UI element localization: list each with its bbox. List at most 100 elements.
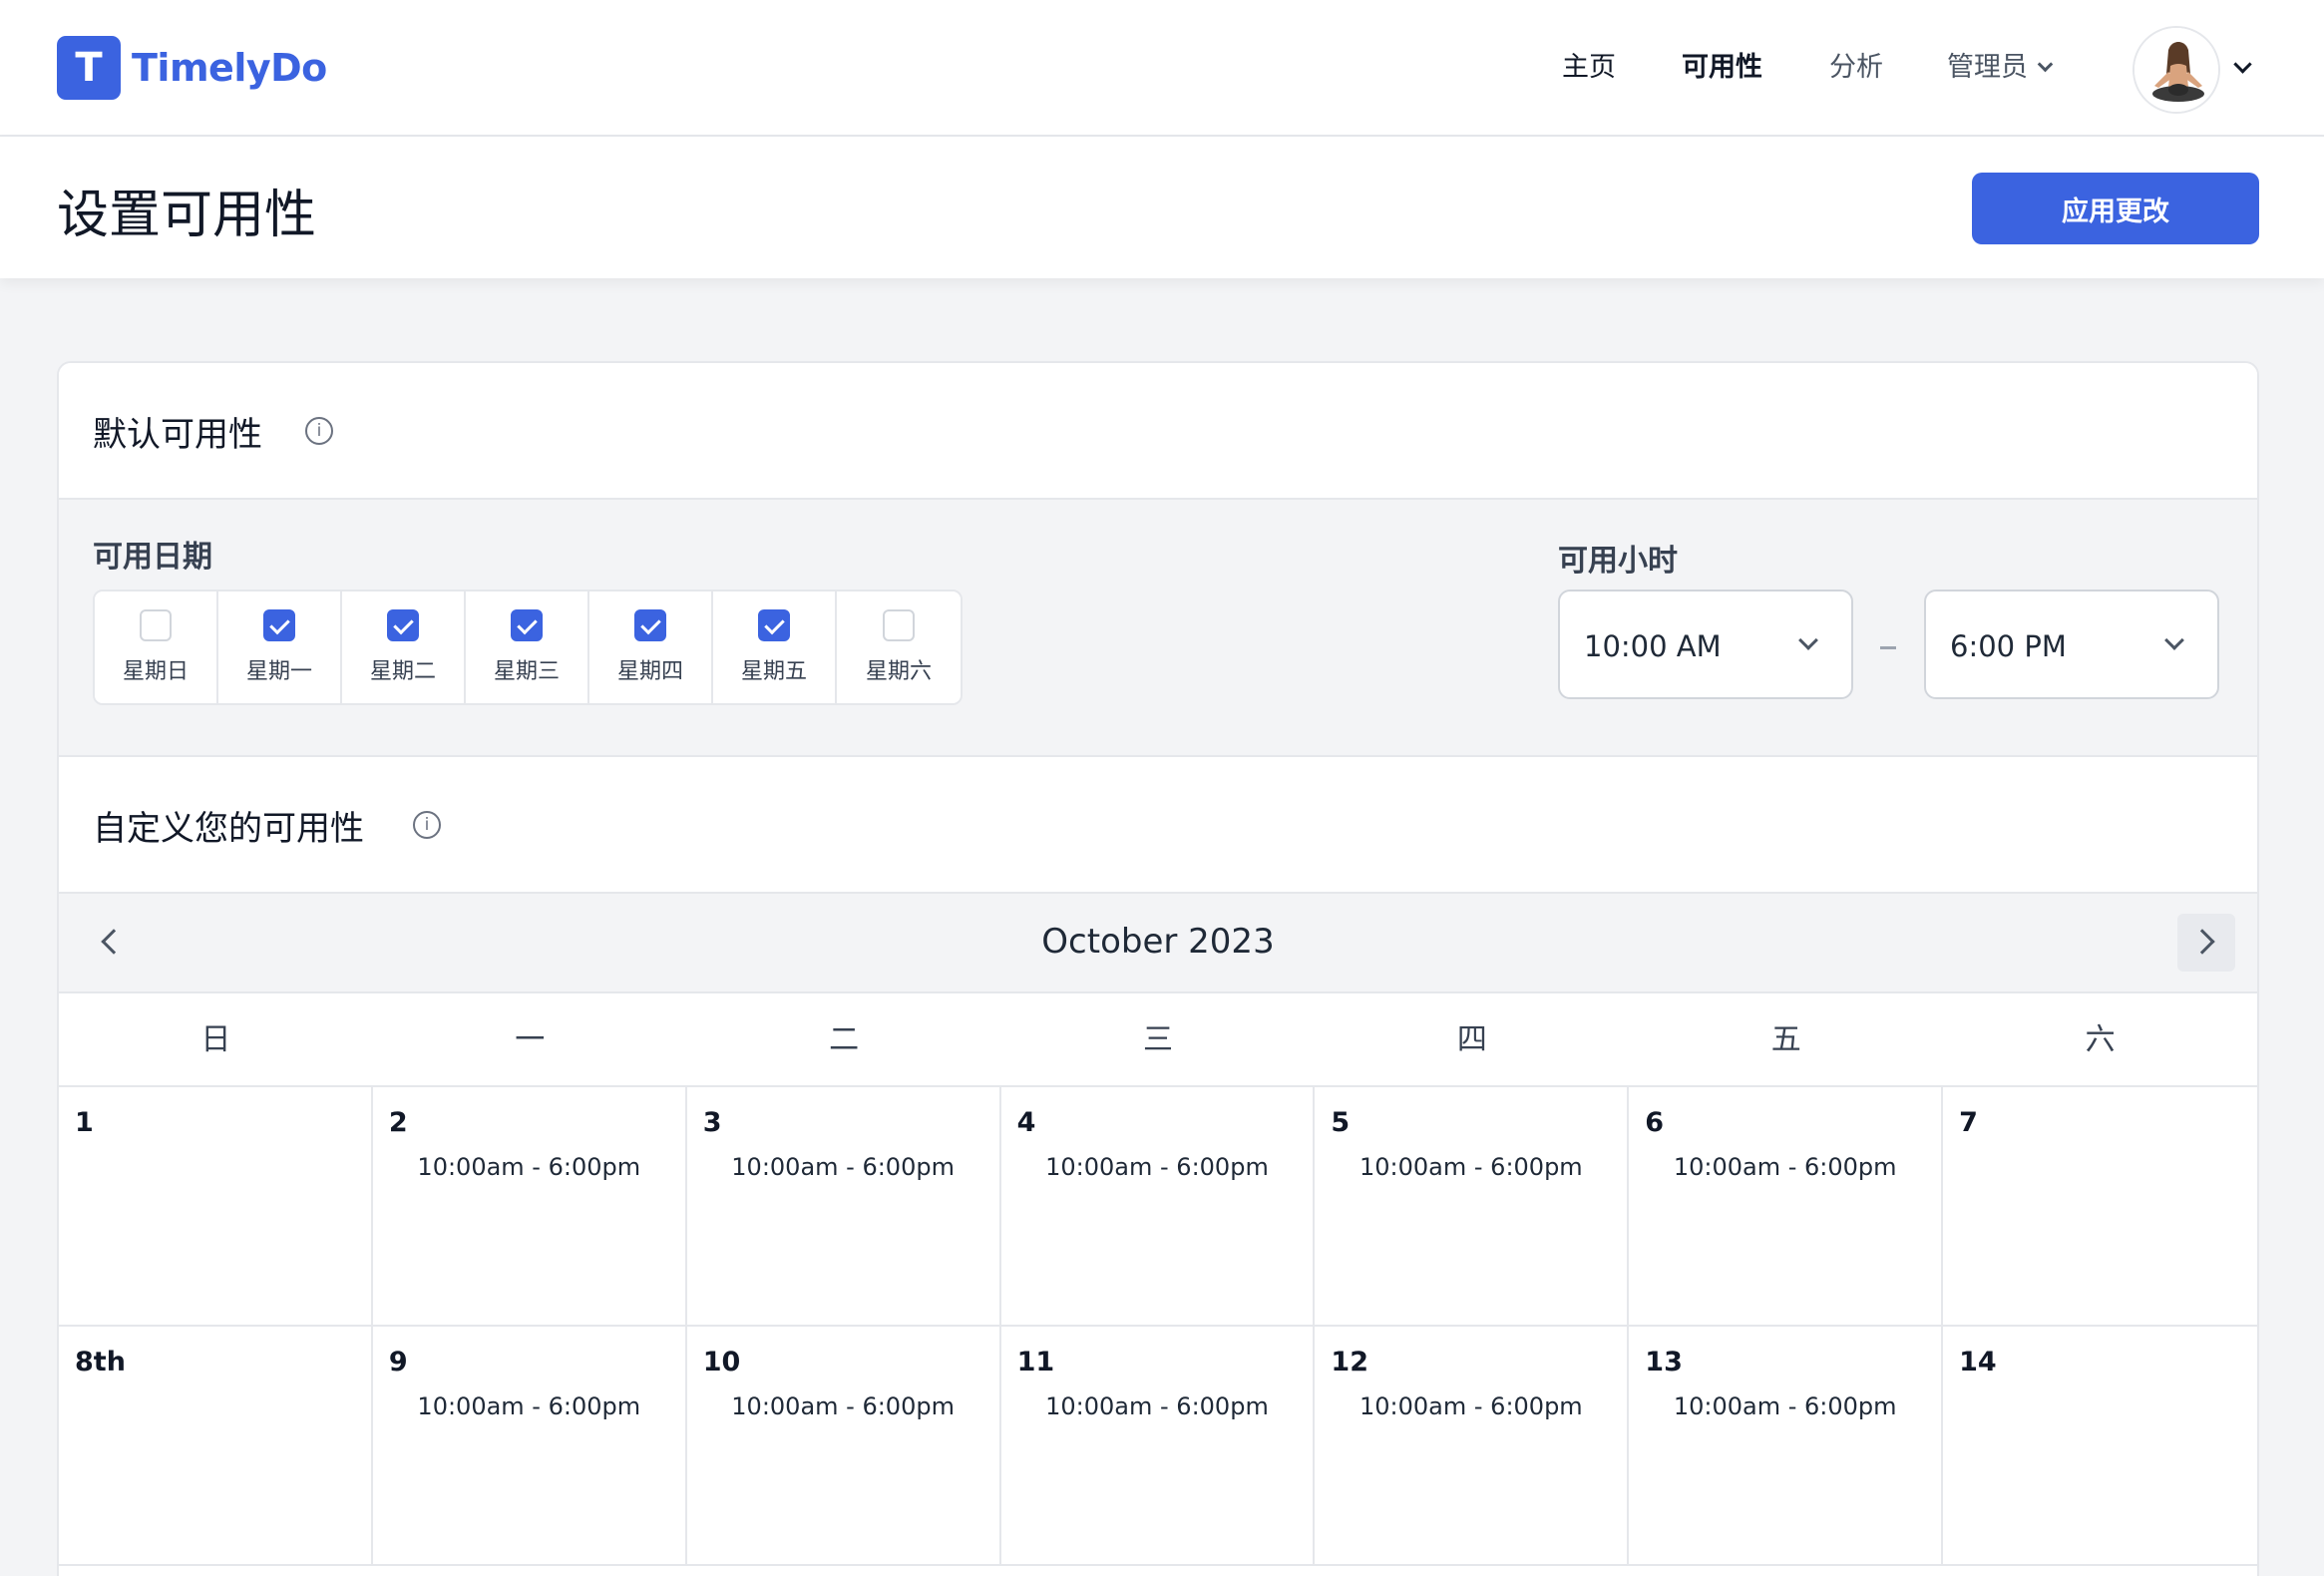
calendar-day-cell[interactable]: 6 10:00am - 6:00pm bbox=[1629, 1087, 1944, 1327]
apply-changes-button[interactable]: 应用更改 bbox=[1972, 173, 2259, 244]
day-number: 7 bbox=[1959, 1107, 1978, 1138]
main-nav: 主页 可用性 分析 管理员 bbox=[0, 44, 2324, 92]
weekday-label: 六 bbox=[2085, 1022, 2116, 1057]
available-days-label: 可用日期 bbox=[93, 540, 212, 575]
day-label: 星期一 bbox=[245, 659, 312, 684]
day-hours: 10:00am - 6:00pm bbox=[417, 1392, 641, 1420]
page-title: 设置可用性 bbox=[57, 186, 317, 245]
calendar-day-cell[interactable]: 12 10:00am - 6:00pm bbox=[1315, 1327, 1630, 1566]
start-time-value: 10:00 AM bbox=[1584, 629, 1722, 663]
user-avatar[interactable] bbox=[2132, 26, 2220, 114]
nav-availability[interactable]: 可用性 bbox=[1682, 44, 1762, 92]
checkbox[interactable] bbox=[511, 609, 543, 641]
day-label: 星期三 bbox=[493, 659, 560, 684]
nav-admin[interactable]: 管理员 bbox=[1947, 44, 2054, 92]
day-hours: 10:00am - 6:00pm bbox=[1359, 1392, 1583, 1420]
calendar-month-nav: October 2023 bbox=[59, 894, 2257, 993]
day-label: 星期四 bbox=[616, 659, 683, 684]
calendar-grid: 1 2 10:00am - 6:00pm 3 10:00am - 6:00pm 41… bbox=[59, 1087, 2257, 1566]
day-option-monday[interactable]: 星期一 bbox=[218, 591, 342, 703]
end-time-select[interactable]: 6:00 PM bbox=[1924, 590, 2219, 699]
time-range-separator bbox=[1880, 646, 1896, 649]
checkbox[interactable] bbox=[387, 609, 419, 641]
day-label: 星期二 bbox=[369, 659, 436, 684]
day-number: 14 bbox=[1959, 1347, 1997, 1378]
checkbox[interactable] bbox=[634, 609, 666, 641]
nav-admin-label: 管理员 bbox=[1947, 52, 2028, 83]
chevron-down-icon bbox=[1798, 630, 1818, 650]
info-icon[interactable]: i bbox=[413, 811, 441, 839]
calendar-day-cell[interactable]: 9 10:00am - 6:00pm bbox=[372, 1327, 687, 1566]
day-number: 6 bbox=[1645, 1107, 1665, 1138]
calendar-day-cell[interactable]: 5 10:00am - 6:00pm bbox=[1315, 1087, 1630, 1327]
calendar-day-cell[interactable]: 14 bbox=[1943, 1327, 2257, 1566]
weekday-label: 日 bbox=[200, 1022, 231, 1057]
calendar-day-cell[interactable]: 2 10:00am - 6:00pm bbox=[372, 1087, 687, 1327]
day-hours: 10:00am - 6:00pm bbox=[731, 1392, 955, 1420]
day-number: 3 bbox=[702, 1107, 722, 1138]
day-number: 11 bbox=[1016, 1347, 1055, 1378]
start-time-select[interactable]: 10:00 AM bbox=[1558, 590, 1853, 699]
day-option-saturday[interactable]: 星期六 bbox=[837, 591, 961, 703]
day-hours: 10:00am - 6:00pm bbox=[1045, 1392, 1269, 1420]
calendar-weekday-header: 日 一 二 三 四 五 六 bbox=[59, 993, 2257, 1087]
nav-analytics[interactable]: 分析 bbox=[1829, 44, 1883, 92]
day-option-wednesday[interactable]: 星期三 bbox=[466, 591, 589, 703]
weekday-label: 一 bbox=[515, 1022, 546, 1057]
calendar-day-cell[interactable]: 3 10:00am - 6:00pm bbox=[686, 1087, 1001, 1327]
day-label: 星期五 bbox=[740, 659, 807, 684]
day-hours: 10:00am - 6:00pm bbox=[417, 1153, 641, 1181]
day-option-friday[interactable]: 星期五 bbox=[713, 591, 837, 703]
calendar-day-cell[interactable]: 1 bbox=[59, 1087, 373, 1327]
available-hours-label: 可用小时 bbox=[1558, 544, 1678, 579]
default-availability-title: 默认可用性 bbox=[93, 415, 262, 455]
calendar-day-cell[interactable]: 13 10:00am - 6:00pm bbox=[1629, 1327, 1944, 1566]
weekday-label: 三 bbox=[1143, 1022, 1173, 1057]
info-icon[interactable]: i bbox=[305, 417, 333, 445]
day-number: 2 bbox=[388, 1107, 408, 1138]
checkbox[interactable] bbox=[140, 609, 172, 641]
calendar-day-cell[interactable]: 4 10:00am - 6:00pm bbox=[1000, 1087, 1316, 1327]
calendar-month-title: October 2023 bbox=[1041, 922, 1275, 962]
weekday-label: 五 bbox=[1770, 1022, 1801, 1057]
weekday-label: 四 bbox=[1456, 1022, 1487, 1057]
default-availability-settings: 可用日期 星期日 星期一 星期二 星期三 星期四 星期五 星期六 可用小时 10… bbox=[59, 500, 2257, 757]
day-option-tuesday[interactable]: 星期二 bbox=[342, 591, 466, 703]
calendar-day-cell[interactable]: 10 10:00am - 6:00pm bbox=[686, 1327, 1001, 1566]
day-selector: 星期日 星期一 星期二 星期三 星期四 星期五 星期六 bbox=[93, 590, 963, 705]
day-label: 星期六 bbox=[865, 659, 932, 684]
custom-availability-header: 自定义您的可用性 i bbox=[59, 757, 2257, 894]
end-time-value: 6:00 PM bbox=[1950, 629, 2067, 663]
chevron-down-icon bbox=[2164, 630, 2184, 650]
custom-availability-title: 自定义您的可用性 bbox=[93, 809, 364, 849]
checkbox[interactable] bbox=[758, 609, 790, 641]
nav-home[interactable]: 主页 bbox=[1562, 44, 1616, 92]
day-hours: 10:00am - 6:00pm bbox=[1045, 1153, 1269, 1181]
chevron-down-icon bbox=[2037, 56, 2054, 73]
day-hours: 10:00am - 6:00pm bbox=[731, 1153, 955, 1181]
day-number: 13 bbox=[1645, 1347, 1683, 1378]
calendar-day-cell[interactable]: 8th bbox=[59, 1327, 373, 1566]
day-number: 1 bbox=[75, 1107, 94, 1138]
calendar-day-cell[interactable]: 11 10:00am - 6:00pm bbox=[1000, 1327, 1316, 1566]
weekday-label: 二 bbox=[829, 1022, 860, 1057]
calendar-day-cell[interactable]: 7 bbox=[1943, 1087, 2257, 1327]
day-hours: 10:00am - 6:00pm bbox=[1359, 1153, 1583, 1181]
top-nav-bar: T TimelyDo 主页 可用性 分析 管理员 bbox=[0, 0, 2324, 137]
day-label: 星期日 bbox=[122, 659, 189, 684]
day-number: 4 bbox=[1016, 1107, 1036, 1138]
default-availability-header: 默认可用性 i bbox=[59, 363, 2257, 500]
day-number: 10 bbox=[702, 1347, 741, 1378]
day-option-thursday[interactable]: 星期四 bbox=[589, 591, 713, 703]
day-number: 12 bbox=[1331, 1347, 1368, 1378]
checkbox[interactable] bbox=[263, 609, 295, 641]
next-month-button[interactable] bbox=[2177, 914, 2235, 972]
day-number: 9 bbox=[388, 1347, 408, 1378]
checkbox[interactable] bbox=[883, 609, 915, 641]
day-number: 8th bbox=[75, 1347, 126, 1378]
day-option-sunday[interactable]: 星期日 bbox=[95, 591, 218, 703]
day-hours: 10:00am - 6:00pm bbox=[1673, 1153, 1897, 1181]
page-header: 设置可用性 应用更改 bbox=[0, 137, 2324, 278]
day-hours: 10:00am - 6:00pm bbox=[1673, 1392, 1897, 1420]
availability-card: 默认可用性 i 可用日期 星期日 星期一 星期二 星期三 星期四 星期五 星期六… bbox=[57, 361, 2259, 1576]
